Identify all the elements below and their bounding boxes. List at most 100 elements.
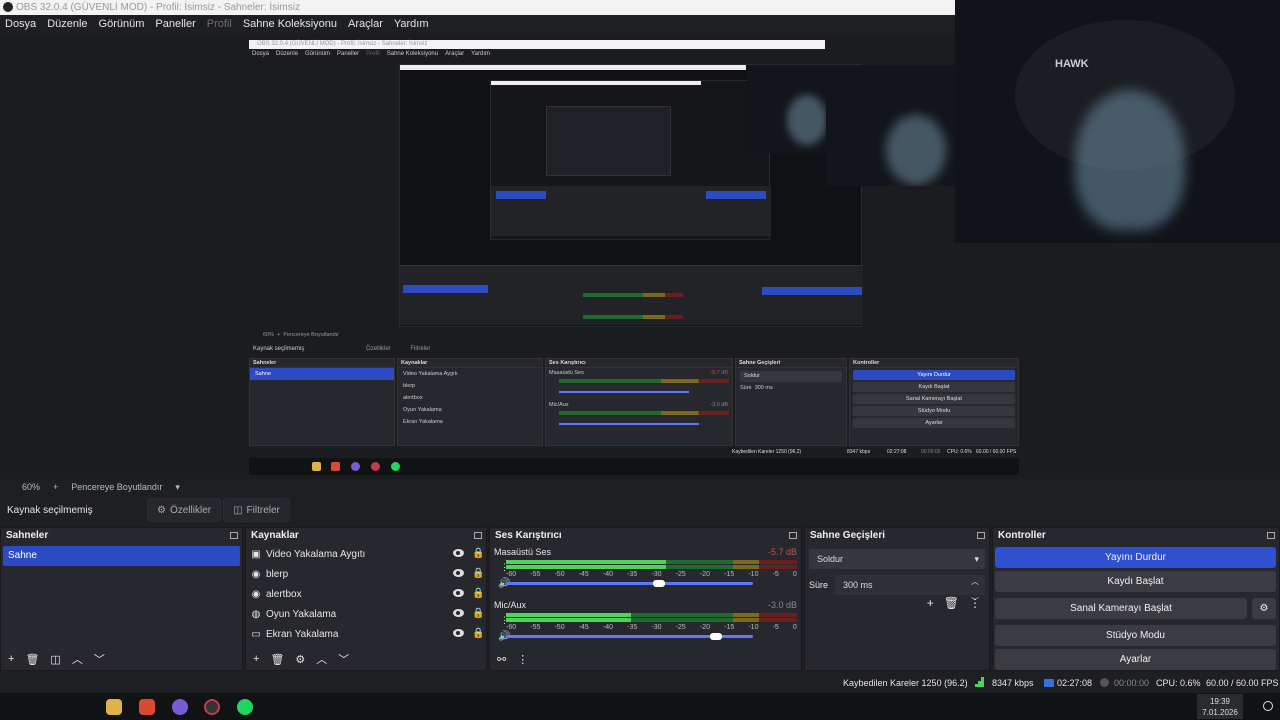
gear-icon[interactable]: ⚙	[295, 653, 305, 666]
undock-icon[interactable]	[789, 532, 797, 539]
duration-label: Süre	[809, 580, 829, 590]
lock-icon[interactable]: 🔒	[472, 588, 484, 599]
volume-knob[interactable]	[653, 580, 666, 587]
bitrate: 8347 kbps	[992, 678, 1034, 688]
menu-gorunum[interactable]: Görünüm	[99, 15, 145, 34]
gear-icon[interactable]: ⚙	[1252, 598, 1276, 619]
trash-icon[interactable]: 🗑	[270, 653, 284, 666]
db-tick-label: -60	[506, 571, 517, 578]
eye-icon[interactable]	[453, 609, 464, 617]
chevron-up-icon[interactable]: ︿	[316, 651, 327, 667]
mixer-footer: ⚯ ⋮	[490, 648, 801, 670]
zoom-in-button[interactable]: +	[53, 479, 58, 495]
undock-icon[interactable]	[1267, 532, 1275, 539]
studio-mode-button[interactable]: Stüdyo Modu	[995, 625, 1276, 646]
obs-logo-icon	[3, 2, 13, 12]
db-tick-label: -35	[627, 624, 638, 631]
cpu-usage: CPU: 0.6%	[1156, 678, 1201, 688]
add-icon[interactable]: +	[8, 653, 14, 665]
signal-icon	[972, 677, 984, 687]
trash-icon[interactable]: 🗑	[25, 653, 39, 666]
menu-sahne-koleksiyonu[interactable]: Sahne Koleksiyonu	[243, 15, 337, 34]
menu-bar: Dosya Düzenle Görünüm Paneller Profil Sa…	[0, 15, 955, 34]
window-titlebar: OBS 32.0.4 (GÜVENLİ MOD) - Profil: İsims…	[0, 0, 955, 15]
stop-streaming-button[interactable]: Yayını Durdur	[995, 547, 1276, 568]
chevron-down-icon: ▾	[974, 554, 979, 564]
volume-knob[interactable]	[709, 633, 722, 640]
undock-icon[interactable]	[474, 532, 482, 539]
scene-item[interactable]: Sahne	[3, 546, 240, 566]
notification-icon[interactable]	[1263, 701, 1273, 711]
source-row[interactable]: ◍ Oyun Yakalama 🔒	[246, 604, 486, 624]
folder-icon[interactable]	[106, 699, 122, 715]
menu-yardim[interactable]: Yardım	[394, 15, 429, 34]
lock-icon[interactable]: 🔒	[472, 608, 484, 619]
db-tick-label: -10	[748, 624, 759, 631]
filter-icon[interactable]: ◫	[50, 653, 60, 666]
webcam-source: HAWK	[955, 0, 1280, 243]
add-icon[interactable]: +	[253, 653, 259, 665]
hawk-logo: HAWK	[1055, 58, 1089, 70]
chevron-down-icon[interactable]: ▾	[175, 479, 180, 495]
fit-to-window-button[interactable]: Pencereye Boyutlandır	[71, 479, 162, 495]
source-row[interactable]: ▭ Ekran Yakalama 🔒	[246, 624, 486, 644]
start-recording-button[interactable]: Kaydı Başlat	[995, 571, 1276, 592]
db-tick-label: -45	[578, 571, 589, 578]
volume-slider[interactable]	[506, 582, 753, 585]
channel-db: -5.7 dB	[767, 547, 797, 557]
source-row[interactable]: ▣ Video Yakalama Aygıtı 🔒	[246, 544, 486, 564]
inner-sources-dock: Kaynaklar Video Yakalama Aygıtı blerp al…	[397, 358, 543, 446]
inner-menu-item: Profil	[366, 51, 380, 57]
filters-button[interactable]: ◫ Filtreler	[223, 498, 290, 522]
db-tick-label: 0	[792, 571, 797, 578]
source-label: Oyun Yakalama	[266, 608, 337, 620]
lock-icon[interactable]: 🔒	[472, 568, 484, 579]
scenes-dock: Sahneler Sahne + 🗑 ◫ ︿ ﹀	[0, 527, 243, 671]
eye-icon[interactable]	[453, 549, 464, 557]
nested-preview-2	[490, 80, 771, 240]
duration-input[interactable]: 300 ms ︿ ﹀	[835, 575, 985, 606]
lock-icon[interactable]: 🔒	[472, 548, 484, 559]
brave-icon[interactable]	[139, 699, 155, 715]
db-tick-label: -30	[651, 571, 662, 578]
sources-footer: + 🗑 ⚙ ︿ ﹀	[246, 648, 486, 670]
undock-icon[interactable]	[977, 532, 985, 539]
source-row[interactable]: ◉ alertbox 🔒	[246, 584, 486, 604]
obs-icon[interactable]	[204, 699, 220, 715]
trash-icon[interactable]: 🗑	[944, 596, 959, 610]
chevron-down-icon[interactable]: ﹀	[338, 651, 349, 667]
fps-readout: 60.00 / 60.00 FPS	[1206, 678, 1279, 688]
db-tick-label: -25	[675, 571, 686, 578]
source-label: Video Yakalama Aygıtı	[266, 548, 366, 560]
eye-icon[interactable]	[453, 629, 464, 637]
menu-dots-icon[interactable]: ⋮	[517, 653, 528, 666]
menu-araclar[interactable]: Araçlar	[348, 15, 383, 34]
menu-duzenle[interactable]: Düzenle	[47, 15, 87, 34]
chevron-up-icon[interactable]: ︿	[72, 651, 83, 667]
add-icon[interactable]: +	[927, 596, 934, 610]
menu-dosya[interactable]: Dosya	[5, 15, 36, 34]
undock-icon[interactable]	[230, 532, 238, 539]
discord-icon[interactable]	[172, 699, 188, 715]
scenes-header: Sahneler	[1, 528, 242, 544]
menu-profil[interactable]: Profil	[207, 15, 232, 34]
properties-button[interactable]: ⚙ Özellikler	[147, 498, 222, 522]
db-tick-label: -50	[554, 571, 565, 578]
zoom-level[interactable]: 60%	[22, 479, 40, 495]
eye-icon[interactable]	[453, 589, 464, 597]
db-tick-label: -50	[554, 624, 565, 631]
settings-button[interactable]: Ayarlar	[995, 649, 1276, 670]
clock[interactable]: 19:39 7.01.2026	[1197, 694, 1243, 719]
chevron-down-icon[interactable]: ﹀	[94, 651, 105, 667]
transition-select[interactable]: Soldur ▾	[809, 549, 985, 569]
start-virtual-camera-button[interactable]: Sanal Kamerayı Başlat	[995, 598, 1247, 619]
lock-icon[interactable]: 🔒	[472, 628, 484, 639]
spotify-icon[interactable]	[237, 699, 253, 715]
inner-menu-item: Görünüm	[305, 51, 331, 57]
transitions-dock: Sahne Geçişleri Soldur ▾ Süre 300 ms ︿ ﹀ …	[804, 527, 990, 671]
link-icon[interactable]: ⚯	[497, 653, 506, 666]
menu-dots-icon[interactable]: ⋮	[969, 596, 981, 610]
eye-icon[interactable]	[453, 569, 464, 577]
menu-paneller[interactable]: Paneller	[155, 15, 195, 34]
source-row[interactable]: ◉ blerp 🔒	[246, 564, 486, 584]
